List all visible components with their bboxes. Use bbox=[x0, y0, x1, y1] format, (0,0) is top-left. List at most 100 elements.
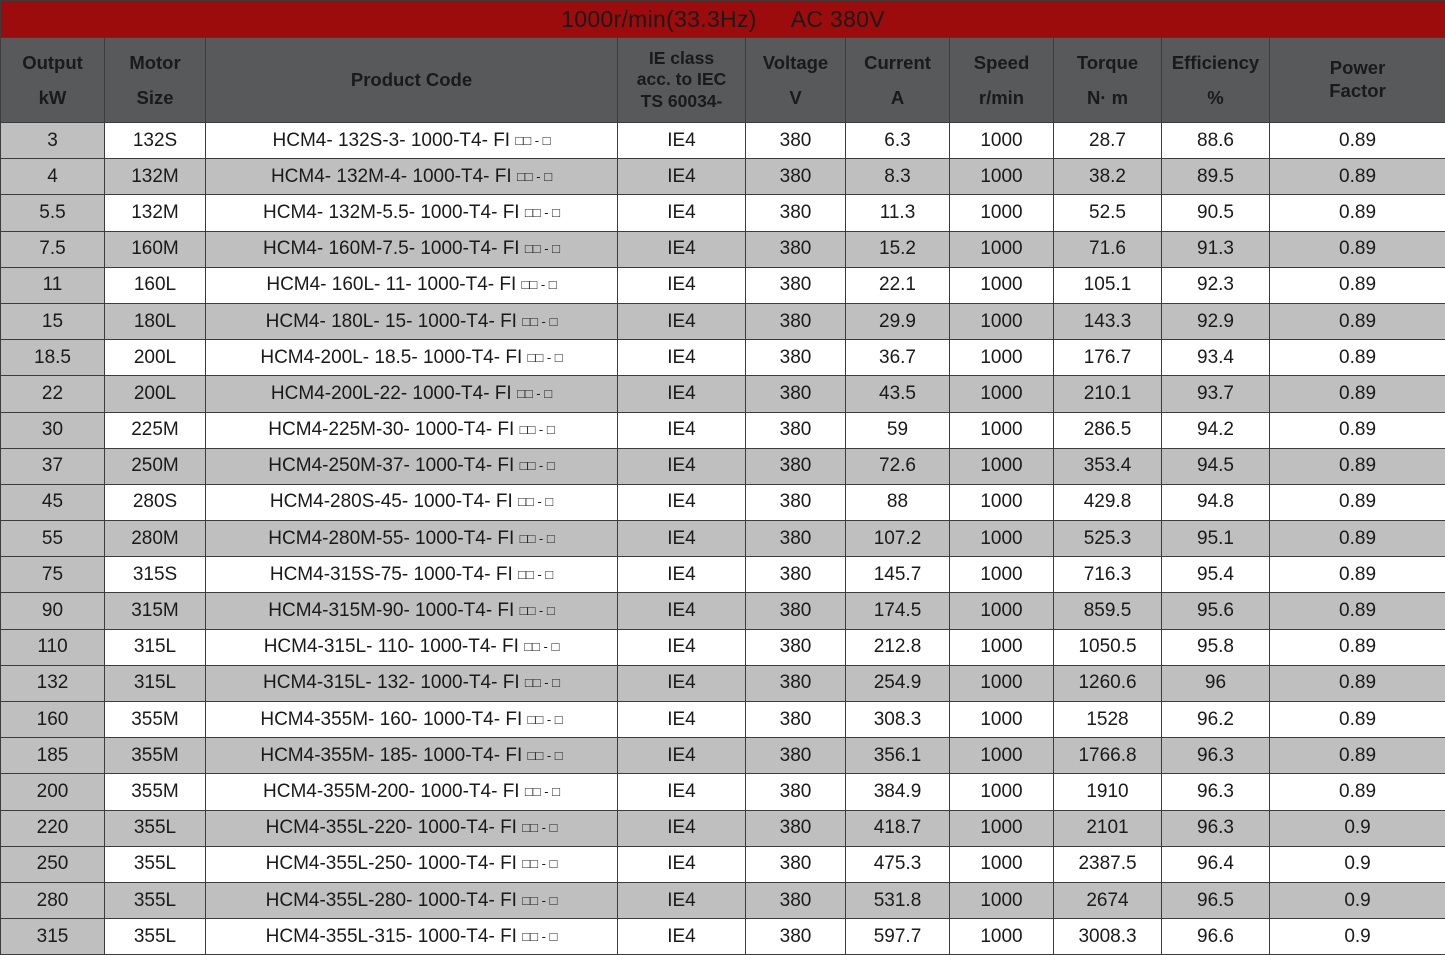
product-code-text: HCM4-355M- 160- 1000-T4- FI bbox=[260, 709, 527, 730]
cell-output: 280 bbox=[1, 882, 105, 918]
cell-speed: 1000 bbox=[950, 412, 1054, 448]
product-code-text: HCM4-280S-45- 1000-T4- FI bbox=[270, 491, 518, 512]
cell-size: 355M bbox=[105, 738, 206, 774]
cell-power-factor: 0.89 bbox=[1270, 448, 1445, 484]
cell-efficiency: 96.6 bbox=[1162, 919, 1270, 955]
cell-code: HCM4-200L- 18.5- 1000-T4- FI □□ - □ bbox=[206, 340, 618, 376]
cell-current: 11.3 bbox=[846, 195, 950, 231]
cell-ie: IE4 bbox=[618, 195, 746, 231]
cell-speed: 1000 bbox=[950, 846, 1054, 882]
column-header-current: Current A bbox=[846, 38, 950, 123]
cell-torque: 28.7 bbox=[1054, 123, 1162, 159]
table-row: 11160LHCM4- 160L- 11- 1000-T4- FI □□ - □… bbox=[1, 267, 1445, 303]
cell-speed: 1000 bbox=[950, 231, 1054, 267]
title-speed-spec: 1000r/min(33.3Hz) bbox=[561, 6, 757, 33]
product-code-text: HCM4- 132S-3- 1000-T4- FI bbox=[273, 130, 516, 151]
cell-efficiency: 93.7 bbox=[1162, 376, 1270, 412]
product-code-placeholder-boxes: □□ - □ bbox=[518, 494, 553, 509]
cell-size: 160M bbox=[105, 231, 206, 267]
cell-size: 355M bbox=[105, 774, 206, 810]
cell-power-factor: 0.89 bbox=[1270, 267, 1445, 303]
cell-efficiency: 96.5 bbox=[1162, 882, 1270, 918]
cell-voltage: 380 bbox=[746, 195, 846, 231]
cell-output: 37 bbox=[1, 448, 105, 484]
cell-voltage: 380 bbox=[746, 846, 846, 882]
cell-output: 4 bbox=[1, 159, 105, 195]
cell-voltage: 380 bbox=[746, 340, 846, 376]
table-row: 30225MHCM4-225M-30- 1000-T4- FI □□ - □IE… bbox=[1, 412, 1445, 448]
cell-torque: 353.4 bbox=[1054, 448, 1162, 484]
cell-output: 5.5 bbox=[1, 195, 105, 231]
title-voltage-spec: AC 380V bbox=[791, 6, 885, 33]
product-code-placeholder-boxes: □□ - □ bbox=[525, 784, 560, 799]
table-body: 3132SHCM4- 132S-3- 1000-T4- FI □□ - □IE4… bbox=[1, 123, 1445, 955]
table-row: 200355MHCM4-355M-200- 1000-T4- FI □□ - □… bbox=[1, 774, 1445, 810]
cell-code: HCM4-315M-90- 1000-T4- FI □□ - □ bbox=[206, 593, 618, 629]
cell-torque: 2101 bbox=[1054, 810, 1162, 846]
column-header-row: Output kW Motor Size Product Code IE cla… bbox=[1, 38, 1445, 123]
cell-voltage: 380 bbox=[746, 303, 846, 339]
table-title-band: 1000r/min(33.3Hz) AC 380V bbox=[1, 1, 1445, 38]
table-row: 90315MHCM4-315M-90- 1000-T4- FI □□ - □IE… bbox=[1, 593, 1445, 629]
cell-speed: 1000 bbox=[950, 340, 1054, 376]
cell-power-factor: 0.89 bbox=[1270, 412, 1445, 448]
cell-output: 185 bbox=[1, 738, 105, 774]
product-code-placeholder-boxes: □□ - □ bbox=[520, 603, 555, 618]
cell-ie: IE4 bbox=[618, 484, 746, 520]
product-code-text: HCM4-315L- 110- 1000-T4- FI bbox=[264, 636, 524, 657]
cell-current: 212.8 bbox=[846, 629, 950, 665]
cell-speed: 1000 bbox=[950, 702, 1054, 738]
table-row: 185355MHCM4-355M- 185- 1000-T4- FI □□ - … bbox=[1, 738, 1445, 774]
cell-power-factor: 0.89 bbox=[1270, 593, 1445, 629]
product-code-text: HCM4-315M-90- 1000-T4- FI bbox=[268, 600, 519, 621]
product-code-placeholder-boxes: □□ - □ bbox=[520, 531, 555, 546]
cell-efficiency: 90.5 bbox=[1162, 195, 1270, 231]
cell-efficiency: 89.5 bbox=[1162, 159, 1270, 195]
cell-voltage: 380 bbox=[746, 919, 846, 955]
table-row: 160355MHCM4-355M- 160- 1000-T4- FI □□ - … bbox=[1, 702, 1445, 738]
column-header-motor-size: Motor Size bbox=[105, 38, 206, 123]
cell-size: 225M bbox=[105, 412, 206, 448]
cell-size: 200L bbox=[105, 340, 206, 376]
cell-size: 132M bbox=[105, 195, 206, 231]
product-code-text: HCM4-200L-22- 1000-T4- FI bbox=[271, 383, 517, 404]
table-row: 37250MHCM4-250M-37- 1000-T4- FI □□ - □IE… bbox=[1, 448, 1445, 484]
cell-speed: 1000 bbox=[950, 629, 1054, 665]
cell-code: HCM4- 132S-3- 1000-T4- FI □□ - □ bbox=[206, 123, 618, 159]
cell-ie: IE4 bbox=[618, 702, 746, 738]
cell-torque: 105.1 bbox=[1054, 267, 1162, 303]
product-code-placeholder-boxes: □□ - □ bbox=[528, 712, 563, 727]
cell-voltage: 380 bbox=[746, 665, 846, 701]
cell-power-factor: 0.89 bbox=[1270, 557, 1445, 593]
cell-torque: 1528 bbox=[1054, 702, 1162, 738]
cell-power-factor: 0.89 bbox=[1270, 702, 1445, 738]
cell-size: 280M bbox=[105, 521, 206, 557]
cell-speed: 1000 bbox=[950, 882, 1054, 918]
table-row: 4132MHCM4- 132M-4- 1000-T4- FI □□ - □IE4… bbox=[1, 159, 1445, 195]
cell-code: HCM4-280S-45- 1000-T4- FI □□ - □ bbox=[206, 484, 618, 520]
cell-ie: IE4 bbox=[618, 340, 746, 376]
cell-ie: IE4 bbox=[618, 774, 746, 810]
cell-ie: IE4 bbox=[618, 376, 746, 412]
cell-torque: 525.3 bbox=[1054, 521, 1162, 557]
cell-output: 7.5 bbox=[1, 231, 105, 267]
cell-code: HCM4-355M-200- 1000-T4- FI □□ - □ bbox=[206, 774, 618, 810]
motor-specification-table: 1000r/min(33.3Hz) AC 380V Output kW Moto… bbox=[0, 0, 1445, 955]
product-code-text: HCM4-250M-37- 1000-T4- FI bbox=[268, 455, 519, 476]
cell-voltage: 380 bbox=[746, 629, 846, 665]
cell-output: 30 bbox=[1, 412, 105, 448]
cell-voltage: 380 bbox=[746, 521, 846, 557]
cell-power-factor: 0.9 bbox=[1270, 810, 1445, 846]
cell-torque: 429.8 bbox=[1054, 484, 1162, 520]
cell-size: 200L bbox=[105, 376, 206, 412]
cell-speed: 1000 bbox=[950, 448, 1054, 484]
cell-code: HCM4-355M- 160- 1000-T4- FI □□ - □ bbox=[206, 702, 618, 738]
product-code-text: HCM4-355L-250- 1000-T4- FI bbox=[266, 853, 523, 874]
cell-speed: 1000 bbox=[950, 376, 1054, 412]
cell-current: 88 bbox=[846, 484, 950, 520]
table-row: 45280SHCM4-280S-45- 1000-T4- FI □□ - □IE… bbox=[1, 484, 1445, 520]
cell-current: 6.3 bbox=[846, 123, 950, 159]
column-header-speed: Speed r/min bbox=[950, 38, 1054, 123]
cell-output: 250 bbox=[1, 846, 105, 882]
cell-ie: IE4 bbox=[618, 231, 746, 267]
